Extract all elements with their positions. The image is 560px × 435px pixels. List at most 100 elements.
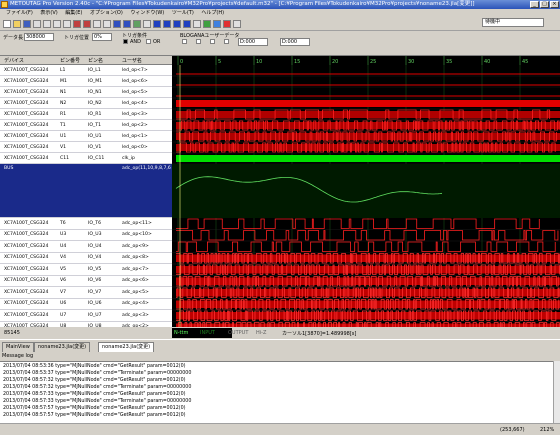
signal-device: XC7A100T_CSG324 xyxy=(4,220,49,226)
blogana-field-2[interactable]: D:000 xyxy=(280,38,310,46)
signal-row[interactable]: XC7A100T_CSG324 U6 IO_U6 adc_op<4> xyxy=(0,299,172,310)
blogana-field-1[interactable]: D:000 xyxy=(238,38,268,46)
signal-row[interactable]: XC7A100T_CSG324 V1 IO_V1 led_op<0> xyxy=(0,142,172,153)
copy-icon[interactable] xyxy=(53,20,61,28)
menu-options[interactable]: オプション(O) xyxy=(90,10,123,16)
signal-trace xyxy=(176,241,556,252)
signal-pname: IO_V5 xyxy=(88,266,102,272)
save-icon[interactable] xyxy=(23,20,31,28)
arrow-up2-icon[interactable] xyxy=(173,20,181,28)
signal-row[interactable]: XC7A100T_CSG324 U3 IO_U3 adc_op<10> xyxy=(0,230,172,241)
zoom-out-icon[interactable] xyxy=(103,20,111,28)
info-bar: 85145 N-ttm INPUT OUTPUT Hi-Z カーソル1[3870… xyxy=(0,327,560,339)
find-icon[interactable] xyxy=(193,20,201,28)
close-button[interactable]: × xyxy=(550,1,559,8)
print-icon[interactable] xyxy=(33,20,41,28)
signal-row[interactable]: XC7A100T_CSG324 N2 IO_N2 led_op<4> xyxy=(0,98,172,109)
redo-icon[interactable] xyxy=(83,20,91,28)
signal-device: XC7A100T_CSG324 xyxy=(4,155,49,161)
tab-mainview[interactable]: MainView xyxy=(2,342,34,352)
trigger-pos-select[interactable]: 0% xyxy=(92,33,112,41)
signal-row[interactable]: XC7A100T_CSG324 U4 IO_U4 adc_op<9> xyxy=(0,241,172,253)
signal-pname: IO_V7 xyxy=(88,289,102,295)
trigger-pos-label: トリガ位置 xyxy=(64,35,90,41)
blogana-check-2[interactable] xyxy=(196,39,201,44)
legend-hiz: Hi-Z xyxy=(256,330,267,336)
message-log-scrollbar[interactable] xyxy=(553,361,560,423)
cursor-icon[interactable] xyxy=(113,20,121,28)
menu-help[interactable]: ヘルプ(H) xyxy=(201,10,224,16)
arrow-up-icon[interactable] xyxy=(153,20,161,28)
settings-icon[interactable] xyxy=(233,20,241,28)
or-radio[interactable] xyxy=(146,39,151,44)
log-line: 2013/07/04 08:57:33 type="MJNullNode" cm… xyxy=(3,392,186,397)
signal-user: clk_ip xyxy=(122,155,135,161)
signal-row[interactable]: XC7A100T_CSG324 C11 IO_C11 clk_ip xyxy=(0,153,172,164)
signal-pin: N2 xyxy=(60,100,67,106)
status-bar: (253,667) 212% xyxy=(0,423,560,435)
signal-row[interactable]: XC7A100T_CSG324 L1 IO_L1 led_op<7> xyxy=(0,65,172,76)
signal-row[interactable]: XC7A100T_CSG324 U7 IO_U7 adc_op<3> xyxy=(0,310,172,322)
blogana-check-1[interactable] xyxy=(182,39,187,44)
blogana-check-4[interactable] xyxy=(224,39,229,44)
message-log[interactable]: 2013/07/04 08:53:36 type="MJNullNode" cm… xyxy=(0,361,560,424)
signal-row[interactable]: XC7A100T_CSG324 V4 IO_V4 adc_op<8> xyxy=(0,253,172,264)
time-ruler[interactable]: 0 5 10 15 20 25 30 35 40 45 xyxy=(172,56,560,65)
signal-pin: V7 xyxy=(60,289,67,295)
maximize-button[interactable]: □ xyxy=(540,1,549,8)
menu-tools[interactable]: ツール(T) xyxy=(172,10,194,16)
signal-pname: IO_U7 xyxy=(88,312,102,318)
signal-device: XC7A100T_CSG324 xyxy=(4,67,49,73)
tab-noname23-b[interactable]: noname23.jla(変更) xyxy=(98,342,155,352)
signal-device: XC7A100T_CSG324 xyxy=(4,78,49,84)
signal-row[interactable]: XC7A100T_CSG324 U1 IO_U1 led_op<1> xyxy=(0,131,172,142)
menu-view[interactable]: 表示(V) xyxy=(40,10,57,16)
tab-noname23-a[interactable]: noname23.jla(変更) xyxy=(34,342,91,352)
signal-row[interactable]: XC7A100T_CSG324 R1 IO_R1 led_op<3> xyxy=(0,109,172,120)
signal-user: adc_op(11,10,9,8,7,6 xyxy=(122,166,171,171)
marker-icon[interactable] xyxy=(123,20,131,28)
menu-file[interactable]: ファイル(F) xyxy=(6,10,33,16)
signal-pin: M1 xyxy=(60,78,67,84)
arrow-down2-icon[interactable] xyxy=(183,20,191,28)
signal-pin: T6 xyxy=(60,220,66,226)
signal-row[interactable]: XC7A100T_CSG324 M1 IO_M1 led_op<6> xyxy=(0,76,172,87)
signal-pname: IO_T6 xyxy=(88,220,101,226)
log-line: 2013/07/04 08:53:37 type="MJNullNode" cm… xyxy=(3,371,192,376)
signal-user: adc_op<7> xyxy=(122,266,149,272)
signal-row[interactable]: XC7A100T_CSG324 V6 IO_V6 adc_op<6> xyxy=(0,276,172,287)
and-radio[interactable] xyxy=(123,39,128,44)
menu-window[interactable]: ウィンドウ(W) xyxy=(130,10,164,16)
paste-icon[interactable] xyxy=(63,20,71,28)
waveform-view[interactable] xyxy=(172,65,560,327)
stop-icon[interactable] xyxy=(223,20,231,28)
signal-row[interactable]: XC7A100T_CSG324 T6 IO_T6 adc_op<11> xyxy=(0,218,172,230)
minimize-button[interactable]: _ xyxy=(530,1,539,8)
open-icon[interactable] xyxy=(13,20,21,28)
menu-edit[interactable]: 編集(E) xyxy=(65,10,82,16)
undo-icon[interactable] xyxy=(73,20,81,28)
signal-pname: IO_U6 xyxy=(88,301,102,307)
pause-icon[interactable] xyxy=(213,20,221,28)
menu-bar: ファイル(F) 表示(V) 編集(E) オプション(O) ウィンドウ(W) ツー… xyxy=(0,9,560,18)
blogana-check-3[interactable] xyxy=(210,39,215,44)
cut-icon[interactable] xyxy=(43,20,51,28)
coords-readout: (253,667) xyxy=(500,427,525,433)
arrow-down-icon[interactable] xyxy=(163,20,171,28)
signal-pin: U3 xyxy=(60,232,67,238)
signal-row[interactable]: XC7A100T_CSG324 N1 IO_N1 led_op<5> xyxy=(0,87,172,98)
new-icon[interactable] xyxy=(3,20,11,28)
signal-row[interactable]: XC7A100T_CSG324 V5 IO_V5 adc_op<7> xyxy=(0,264,172,276)
signal-row[interactable]: XC7A100T_CSG324 T1 IO_T1 led_op<2> xyxy=(0,120,172,131)
signal-row[interactable]: XC7A100T_CSG324 V7 IO_V7 adc_op<5> xyxy=(0,287,172,299)
data-count-input[interactable]: 308000 xyxy=(24,33,54,41)
signal-trace xyxy=(176,218,540,229)
bus-row[interactable]: BUS adc_op(11,10,9,8,7,6 xyxy=(0,164,172,218)
log-line: 2013/07/04 08:57:57 type="MJNullNode" cm… xyxy=(3,406,186,411)
bus-icon[interactable] xyxy=(133,20,141,28)
grid-icon[interactable] xyxy=(143,20,151,28)
zoom-in-icon[interactable] xyxy=(93,20,101,28)
run-icon[interactable] xyxy=(203,20,211,28)
legend-input: INPUT xyxy=(200,330,215,336)
column-pin-no: ピン番号 xyxy=(60,58,81,64)
